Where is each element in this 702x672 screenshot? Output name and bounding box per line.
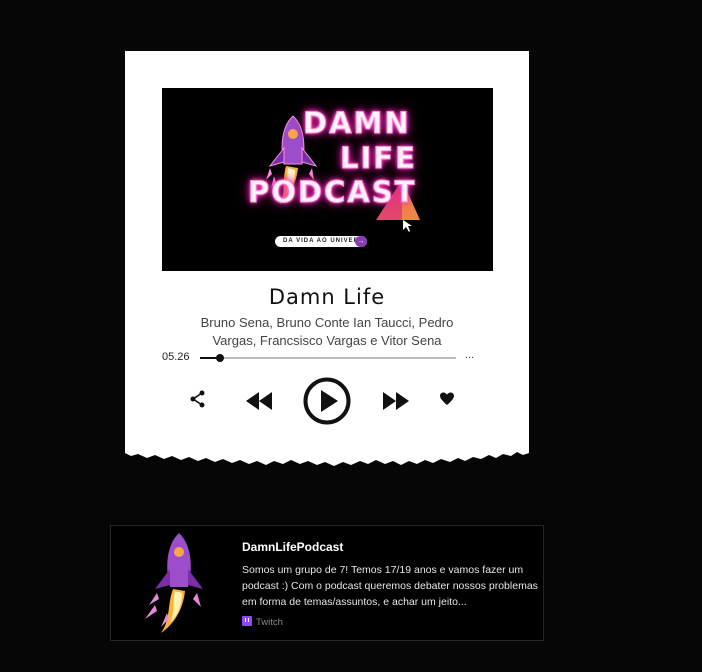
podcast-cover-art: DAMN LIFE PODCAST DA VIDA AO UNIVERSO! →	[162, 88, 493, 271]
twitch-icon	[242, 616, 252, 626]
fast-forward-button[interactable]	[381, 390, 411, 412]
share-icon	[190, 390, 205, 408]
share-button[interactable]	[188, 389, 208, 409]
play-icon	[303, 377, 351, 425]
music-player-card: DAMN LIFE PODCAST DA VIDA AO UNIVERSO! →…	[125, 51, 529, 491]
tagline-arrow-icon: →	[355, 236, 367, 247]
rocket-logo-icon	[145, 533, 203, 633]
track-title: Damn Life	[268, 285, 386, 309]
rewind-icon	[246, 392, 272, 410]
widget-title[interactable]: DamnLifePodcast	[242, 540, 343, 554]
like-button[interactable]	[439, 391, 455, 407]
cover-title-line1: DAMN	[303, 106, 411, 141]
rewind-button[interactable]	[244, 390, 274, 412]
elapsed-time: 05.26	[162, 351, 190, 363]
progress-bar[interactable]	[200, 354, 456, 362]
cursor-icon	[403, 220, 412, 232]
heart-icon	[440, 392, 454, 405]
cover-title-line2: LIFE	[340, 141, 417, 176]
podcast-embed-widget[interactable]: DamnLifePodcast Somos um grupo de 7! Tem…	[110, 525, 544, 641]
fast-forward-icon	[383, 392, 409, 410]
cover-tagline: DA VIDA AO UNIVERSO!	[275, 236, 367, 247]
more-options-button[interactable]: ...	[465, 349, 474, 361]
track-artists: Bruno Sena, Bruno Conte Ian Taucci, Pedr…	[200, 315, 454, 348]
widget-source-label: Twitch	[256, 617, 283, 628]
widget-description: Somos um grupo de 7! Temos 17/19 anos e …	[242, 564, 538, 608]
play-button[interactable]	[303, 377, 351, 425]
widget-source[interactable]: Twitch	[242, 616, 283, 628]
cover-title-line3: PODCAST	[247, 175, 417, 210]
